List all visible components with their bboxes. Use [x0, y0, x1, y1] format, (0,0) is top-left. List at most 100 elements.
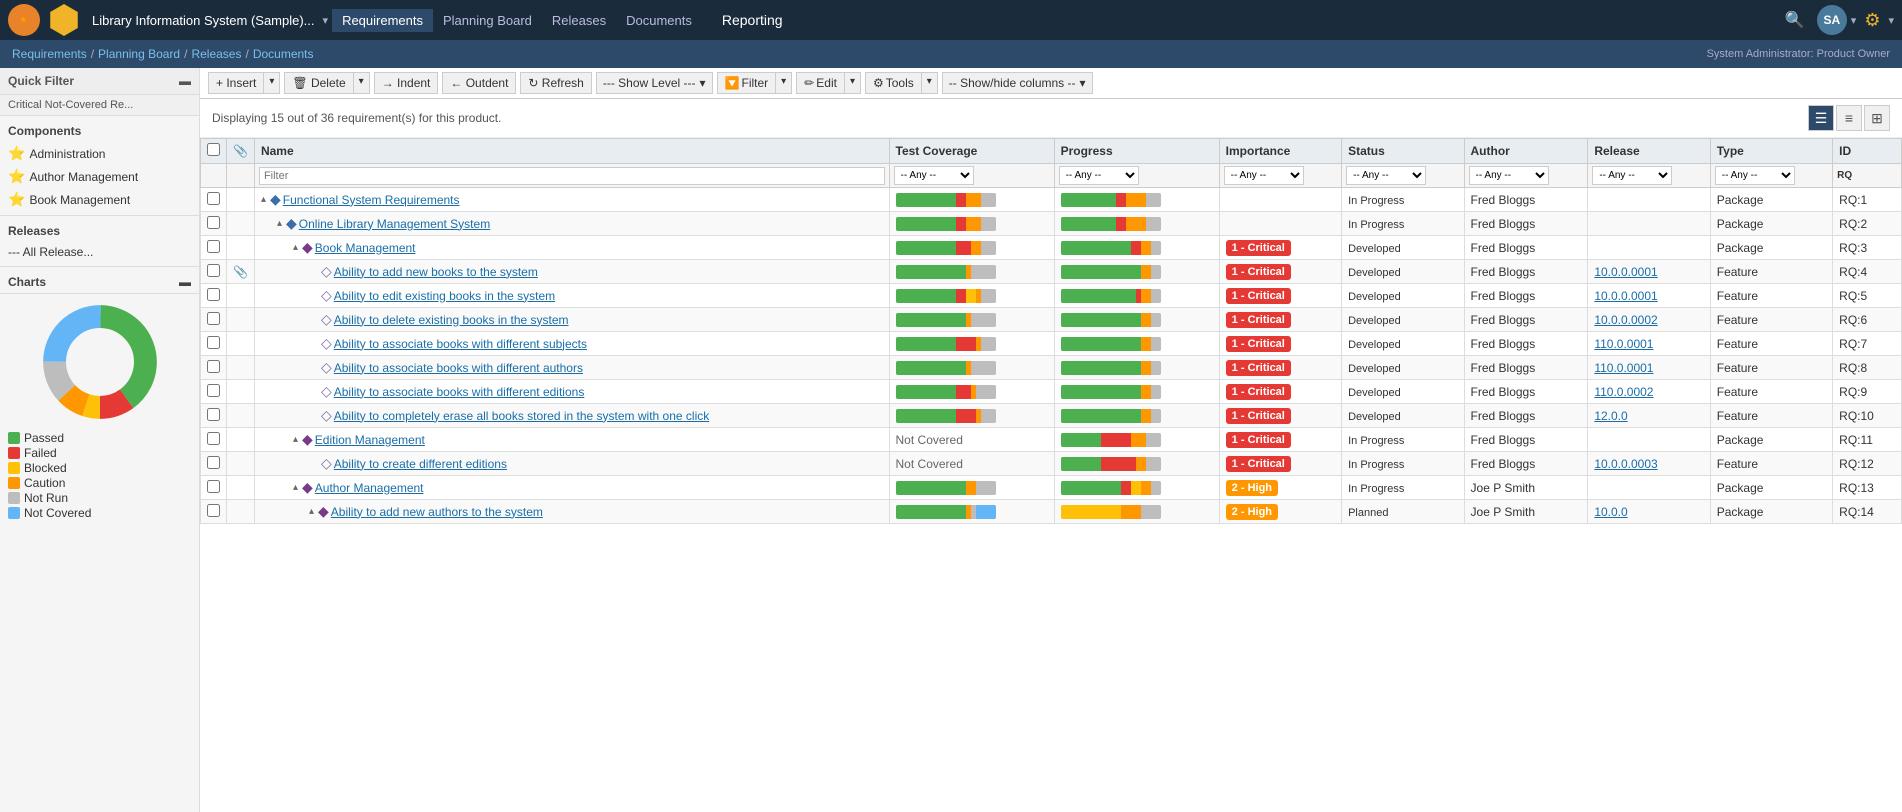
row-checkbox[interactable]	[207, 360, 220, 373]
nav-item-requirements[interactable]: Requirements	[332, 9, 433, 32]
req-name-link[interactable]: Online Library Management System	[299, 217, 490, 231]
quick-filter-collapse[interactable]: ▬	[179, 74, 191, 88]
col-check[interactable]	[201, 139, 227, 164]
progress-filter-select[interactable]: -- Any --	[1059, 166, 1139, 185]
show-hide-columns-select[interactable]: -- Show/hide columns -- ▾	[942, 72, 1093, 94]
filter-button[interactable]: 🔽 Filter	[717, 72, 776, 94]
req-name-link[interactable]: Book Management	[315, 241, 416, 255]
all-releases-item[interactable]: --- All Release...	[0, 242, 199, 262]
nav-item-releases[interactable]: Releases	[542, 9, 616, 32]
col-importance[interactable]: Importance	[1219, 139, 1341, 164]
req-name-link[interactable]: Ability to add new authors to the system	[331, 505, 543, 519]
release-link[interactable]: 10.0.0.0001	[1594, 289, 1657, 303]
req-name-link[interactable]: Ability to associate books with differen…	[334, 385, 585, 399]
col-test-coverage[interactable]: Test Coverage	[889, 139, 1054, 164]
nav-item-documents[interactable]: Documents	[616, 9, 702, 32]
row-checkbox[interactable]	[207, 456, 220, 469]
release-link[interactable]: 110.0.0002	[1594, 385, 1653, 399]
logo-hex-icon[interactable]	[48, 4, 80, 36]
breadcrumb-planning[interactable]: Planning Board	[98, 47, 180, 61]
expand-icon[interactable]: ▴	[293, 482, 298, 493]
req-name-link[interactable]: Ability to delete existing books in the …	[334, 313, 569, 327]
app-title-dropdown[interactable]: ▾	[323, 14, 329, 27]
nav-reporting[interactable]: Reporting	[706, 8, 799, 32]
row-checkbox[interactable]	[207, 408, 220, 421]
expand-icon[interactable]: ▴	[293, 434, 298, 445]
col-status[interactable]: Status	[1342, 139, 1464, 164]
tools-split-button[interactable]: ⚙ Tools ▾	[865, 72, 938, 94]
edit-split-button[interactable]: ✏ Edit ▾	[796, 72, 861, 94]
select-all-checkbox[interactable]	[207, 143, 220, 156]
view-compact-button[interactable]: ≡	[1836, 105, 1862, 131]
insert-dropdown[interactable]: ▾	[263, 72, 280, 94]
author-filter-select[interactable]: -- Any --	[1469, 166, 1549, 185]
expand-icon[interactable]: ▴	[277, 218, 282, 229]
expand-icon[interactable]: ▴	[309, 506, 314, 517]
col-name[interactable]: Name	[254, 139, 889, 164]
filter-author-col[interactable]: -- Any --	[1464, 164, 1588, 188]
req-name-link[interactable]: Ability to create different editions	[334, 457, 507, 471]
gear-icon[interactable]: ⚙	[1860, 10, 1884, 31]
release-link[interactable]: 12.0.0	[1594, 409, 1627, 423]
gear-dropdown[interactable]: ▾	[1888, 14, 1894, 27]
row-checkbox[interactable]	[207, 432, 220, 445]
insert-button[interactable]: + Insert	[208, 72, 263, 94]
insert-split-button[interactable]: + Insert ▾	[208, 72, 280, 94]
outdent-button[interactable]: ← Outdent	[442, 72, 516, 94]
user-dropdown[interactable]: ▾	[1851, 14, 1857, 27]
req-name-link[interactable]: Ability to associate books with differen…	[334, 361, 583, 375]
row-checkbox[interactable]	[207, 504, 220, 517]
show-level-select[interactable]: --- Show Level --- ▾	[596, 72, 713, 94]
filter-name-col[interactable]	[254, 164, 889, 188]
charts-collapse[interactable]: ▬	[179, 275, 191, 289]
show-level-dropdown-icon[interactable]: ▾	[700, 76, 706, 90]
nav-item-planning-board[interactable]: Planning Board	[433, 9, 542, 32]
type-filter-select[interactable]: -- Any --	[1715, 166, 1795, 185]
show-hide-dropdown-icon[interactable]: ▾	[1080, 76, 1086, 90]
search-icon[interactable]: 🔍	[1777, 6, 1813, 34]
filter-dropdown[interactable]: ▾	[775, 72, 792, 94]
release-link[interactable]: 10.0.0.0003	[1594, 457, 1657, 471]
not-covered-item[interactable]: Critical Not-Covered Re...	[0, 95, 199, 116]
row-checkbox[interactable]	[207, 192, 220, 205]
expand-icon[interactable]: ▴	[261, 194, 266, 205]
req-name-link[interactable]: Ability to edit existing books in the sy…	[334, 289, 555, 303]
filter-tc-col[interactable]: -- Any --	[889, 164, 1054, 188]
req-name-link[interactable]: Author Management	[315, 481, 424, 495]
release-filter-select[interactable]: -- Any --	[1592, 166, 1672, 185]
filter-release-col[interactable]: -- Any --	[1588, 164, 1710, 188]
row-checkbox[interactable]	[207, 264, 220, 277]
delete-split-button[interactable]: 🗑 Delete ▾	[284, 72, 369, 94]
filter-type-col[interactable]: -- Any --	[1710, 164, 1832, 188]
req-name-link[interactable]: Ability to completely erase all books st…	[334, 409, 710, 423]
view-list-button[interactable]: ☰	[1808, 105, 1834, 131]
importance-filter-select[interactable]: -- Any --	[1224, 166, 1304, 185]
col-release[interactable]: Release	[1588, 139, 1710, 164]
release-link[interactable]: 10.0.0.0001	[1594, 265, 1657, 279]
component-item-administration[interactable]: ⭐Administration	[0, 142, 199, 165]
release-link[interactable]: 110.0.0001	[1594, 361, 1653, 375]
edit-button[interactable]: ✏ Edit	[796, 72, 844, 94]
breadcrumb-requirements[interactable]: Requirements	[12, 47, 87, 61]
view-grid-button[interactable]: ⊞	[1864, 105, 1890, 131]
tools-button[interactable]: ⚙ Tools	[865, 72, 921, 94]
col-progress[interactable]: Progress	[1054, 139, 1219, 164]
row-checkbox[interactable]	[207, 240, 220, 253]
status-filter-select[interactable]: -- Any --	[1346, 166, 1426, 185]
row-checkbox[interactable]	[207, 336, 220, 349]
release-link[interactable]: 10.0.0.0002	[1594, 313, 1657, 327]
req-name-link[interactable]: Functional System Requirements	[283, 193, 460, 207]
filter-importance-col[interactable]: -- Any --	[1219, 164, 1341, 188]
release-link[interactable]: 10.0.0	[1594, 505, 1627, 519]
row-checkbox[interactable]	[207, 288, 220, 301]
name-filter-input[interactable]	[259, 167, 885, 185]
tc-filter-select[interactable]: -- Any --	[894, 166, 974, 185]
delete-button[interactable]: 🗑 Delete	[284, 72, 352, 94]
component-item-author-management[interactable]: ⭐Author Management	[0, 165, 199, 188]
logo-orange-icon[interactable]: 🔸	[8, 4, 40, 36]
refresh-button[interactable]: ↻ Refresh	[520, 72, 591, 94]
indent-button[interactable]: → Indent	[374, 72, 439, 94]
delete-dropdown[interactable]: ▾	[353, 72, 370, 94]
col-type[interactable]: Type	[1710, 139, 1832, 164]
col-id[interactable]: ID	[1833, 139, 1902, 164]
